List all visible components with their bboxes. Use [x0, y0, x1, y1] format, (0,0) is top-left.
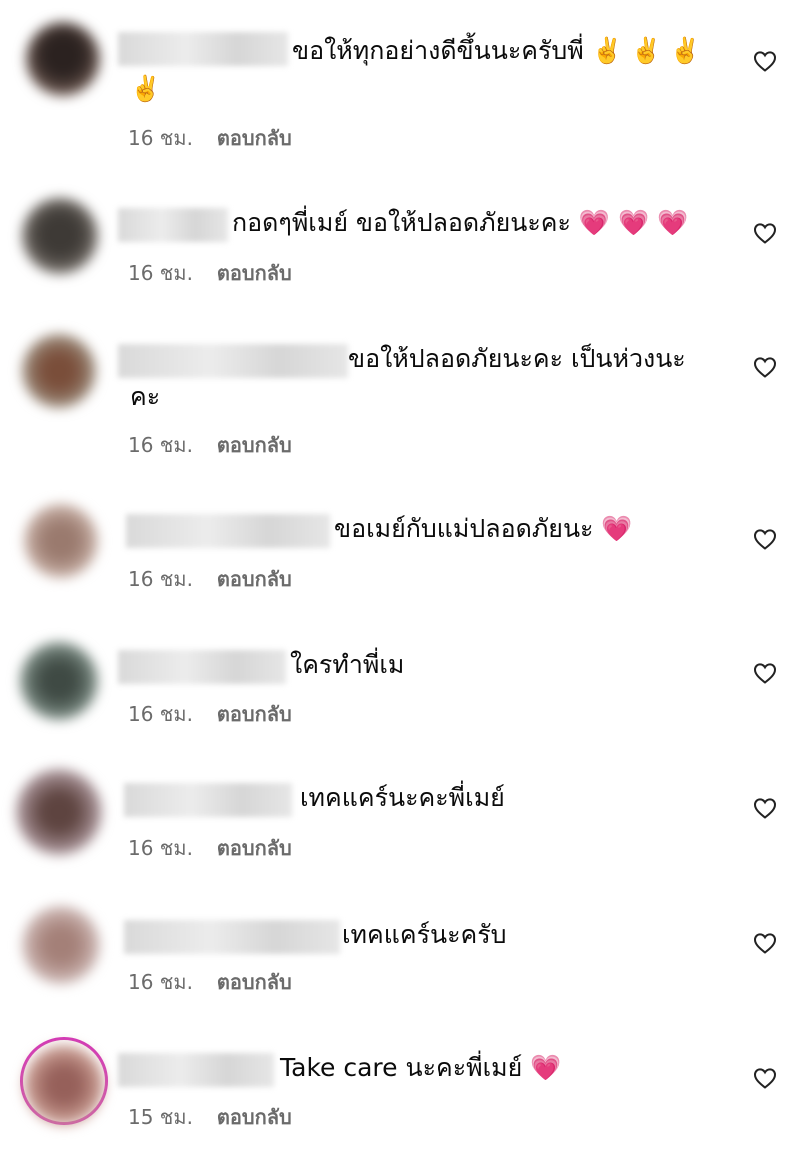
comment-item: Take care นะคะพี่เมย์ 💗 15 ชม. ตอบกลับ	[0, 1025, 800, 1157]
comment-meta: 15 ชม. ตอบกลับ	[128, 1105, 292, 1129]
heart-outline-icon	[753, 357, 777, 378]
comment-item: ขอให้ทุกอย่างดีขึ้นนะครับพี่ ✌️ ✌️ ✌️ ✌️…	[0, 0, 800, 160]
comment-text: ใครทำพี่เม	[290, 650, 405, 679]
avatar[interactable]	[24, 1045, 104, 1125]
username-blurred[interactable]	[124, 920, 340, 954]
heart-outline-icon	[753, 933, 777, 954]
comment-item: ใครทำพี่เม 16 ชม. ตอบกลับ	[0, 620, 800, 755]
avatar[interactable]	[22, 198, 98, 274]
heart-outline-icon	[753, 798, 777, 819]
comment-time: 16 ชม.	[128, 433, 193, 457]
reply-button[interactable]: ตอบกลับ	[217, 567, 292, 591]
comment-meta: 16 ชม. ตอบกลับ	[128, 970, 292, 994]
heart-outline-icon	[753, 223, 777, 244]
comment-text: ขอเมย์กับแม่ปลอดภัยนะ 💗	[334, 514, 633, 543]
avatar[interactable]	[22, 334, 96, 408]
comment-item: เทคแคร์นะครับ 16 ชม. ตอบกลับ	[0, 890, 800, 1025]
username-blurred[interactable]	[118, 1053, 274, 1087]
comment-meta: 16 ชม. ตอบกลับ	[128, 433, 292, 457]
reply-button[interactable]: ตอบกลับ	[217, 970, 292, 994]
reply-button[interactable]: ตอบกลับ	[217, 433, 292, 457]
comment-item: ขอเมย์กับแม่ปลอดภัยนะ 💗 16 ชม. ตอบกลับ	[0, 480, 800, 620]
comment-item: ขอให้ปลอดภัยนะคะ เป็นห่วงนะคะ 16 ชม. ตอบก…	[0, 310, 800, 480]
username-blurred[interactable]	[118, 208, 228, 242]
like-button[interactable]	[752, 220, 778, 246]
comment-meta: 16 ชม. ตอบกลับ	[128, 261, 292, 285]
avatar[interactable]	[22, 906, 100, 984]
comment-time: 16 ชม.	[128, 702, 193, 726]
comment-text: เทคแคร์นะครับ	[342, 920, 507, 949]
comment-meta: 16 ชม. ตอบกลับ	[128, 836, 292, 860]
comment-text: กอดๆพี่เมย์ ขอให้ปลอดภัยนะคะ 💗 💗 💗	[232, 208, 689, 237]
comment-meta: 16 ชม. ตอบกลับ	[128, 702, 292, 726]
avatar[interactable]	[20, 642, 98, 720]
avatar[interactable]	[24, 504, 98, 578]
comment-time: 16 ชม.	[128, 836, 193, 860]
like-button[interactable]	[752, 795, 778, 821]
heart-outline-icon	[753, 1068, 777, 1089]
comment-meta: 16 ชม. ตอบกลับ	[128, 126, 292, 150]
comment-meta: 16 ชม. ตอบกลับ	[128, 567, 292, 591]
like-button[interactable]	[752, 48, 778, 74]
comment-time: 16 ชม.	[128, 126, 193, 150]
heart-outline-icon	[753, 529, 777, 550]
comment-time: 15 ชม.	[128, 1105, 193, 1129]
comment-text: เทคแคร์นะคะพี่เมย์	[300, 783, 505, 812]
comment-item: เทคแคร์นะคะพี่เมย์ 16 ชม. ตอบกลับ	[0, 755, 800, 890]
username-blurred[interactable]	[118, 650, 286, 684]
like-button[interactable]	[752, 660, 778, 686]
avatar[interactable]	[16, 769, 102, 855]
heart-outline-icon	[753, 663, 777, 684]
comment-time: 16 ชม.	[128, 261, 193, 285]
reply-button[interactable]: ตอบกลับ	[217, 702, 292, 726]
username-blurred[interactable]	[124, 783, 292, 817]
reply-button[interactable]: ตอบกลับ	[217, 126, 292, 150]
avatar[interactable]	[26, 22, 100, 96]
comment-text: Take care นะคะพี่เมย์ 💗	[280, 1053, 562, 1082]
like-button[interactable]	[752, 930, 778, 956]
heart-outline-icon	[753, 51, 777, 72]
reply-button[interactable]: ตอบกลับ	[217, 836, 292, 860]
like-button[interactable]	[752, 1065, 778, 1091]
username-blurred[interactable]	[126, 514, 330, 548]
comment-time: 16 ชม.	[128, 567, 193, 591]
comment-text: ขอให้ทุกอย่างดีขึ้นนะครับพี่ ✌️ ✌️ ✌️ ✌️	[130, 36, 701, 103]
reply-button[interactable]: ตอบกลับ	[217, 261, 292, 285]
like-button[interactable]	[752, 354, 778, 380]
comment-item: กอดๆพี่เมย์ ขอให้ปลอดภัยนะคะ 💗 💗 💗 16 ชม…	[0, 160, 800, 310]
comment-time: 16 ชม.	[128, 970, 193, 994]
like-button[interactable]	[752, 526, 778, 552]
comment-text: ขอให้ปลอดภัยนะคะ เป็นห่วงนะคะ	[130, 344, 686, 411]
reply-button[interactable]: ตอบกลับ	[217, 1105, 292, 1129]
